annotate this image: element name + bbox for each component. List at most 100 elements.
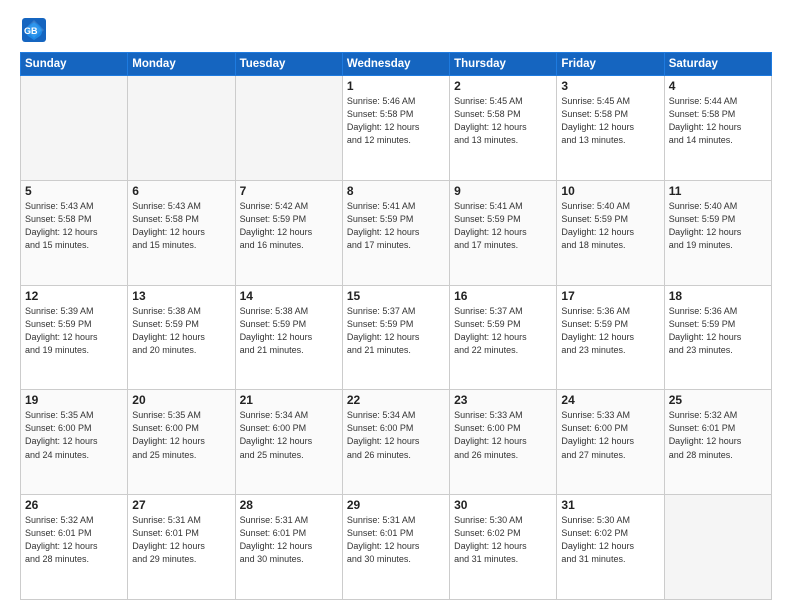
day-info: Sunrise: 5:36 AM Sunset: 5:59 PM Dayligh… [669,305,767,357]
day-number: 14 [240,289,338,303]
calendar-cell [128,76,235,181]
calendar-cell: 17Sunrise: 5:36 AM Sunset: 5:59 PM Dayli… [557,285,664,390]
day-info: Sunrise: 5:44 AM Sunset: 5:58 PM Dayligh… [669,95,767,147]
day-info: Sunrise: 5:40 AM Sunset: 5:59 PM Dayligh… [669,200,767,252]
day-number: 1 [347,79,445,93]
day-info: Sunrise: 5:31 AM Sunset: 6:01 PM Dayligh… [132,514,230,566]
calendar-table: SundayMondayTuesdayWednesdayThursdayFrid… [20,52,772,600]
day-info: Sunrise: 5:32 AM Sunset: 6:01 PM Dayligh… [669,409,767,461]
calendar-cell: 30 Sunrise: 5:30 AM Sunset: 6:02 PM Dayli… [450,495,557,600]
day-number: 22 [347,393,445,407]
week-row-2: 12Sunrise: 5:39 AM Sunset: 5:59 PM Dayli… [21,285,772,390]
day-number: 3 [561,79,659,93]
day-number: 16 [454,289,552,303]
calendar-cell: 5Sunrise: 5:43 AM Sunset: 5:58 PM Daylig… [21,180,128,285]
logo-icon: GB [20,16,48,44]
calendar-cell: 23 Sunrise: 5:33 AM Sunset: 6:00 PM Dayli… [450,390,557,495]
day-number: 2 [454,79,552,93]
col-header-saturday: Saturday [664,53,771,76]
day-info: Sunrise: 5:41 AM Sunset: 5:59 PM Dayligh… [454,200,552,252]
day-number: 13 [132,289,230,303]
day-number: 11 [669,184,767,198]
day-info: Sunrise: 5:33 AM Sunset: 6:00 PM Dayligh… [561,409,659,461]
calendar-cell: 15 Sunrise: 5:37 AM Sunset: 5:59 PM Dayli… [342,285,449,390]
day-number: 27 [132,498,230,512]
day-info: Sunrise: 5:34 AM Sunset: 6:00 PM Dayligh… [240,409,338,461]
day-info: Sunrise: 5:38 AM Sunset: 5:59 PM Dayligh… [132,305,230,357]
day-info: Sunrise: 5:42 AM Sunset: 5:59 PM Dayligh… [240,200,338,252]
col-header-sunday: Sunday [21,53,128,76]
day-info: Sunrise: 5:45 AM Sunset: 5:58 PM Dayligh… [561,95,659,147]
day-number: 29 [347,498,445,512]
calendar-cell: 10 Sunrise: 5:40 AM Sunset: 5:59 PM Dayli… [557,180,664,285]
day-info: Sunrise: 5:30 AM Sunset: 6:02 PM Dayligh… [561,514,659,566]
calendar-cell: 31 Sunrise: 5:30 AM Sunset: 6:02 PM Dayli… [557,495,664,600]
calendar-cell: 18 Sunrise: 5:36 AM Sunset: 5:59 PM Dayli… [664,285,771,390]
day-info: Sunrise: 5:33 AM Sunset: 6:00 PM Dayligh… [454,409,552,461]
day-info: Sunrise: 5:46 AM Sunset: 5:58 PM Dayligh… [347,95,445,147]
day-number: 31 [561,498,659,512]
calendar-cell: 16 Sunrise: 5:37 AM Sunset: 5:59 PM Dayli… [450,285,557,390]
day-info: Sunrise: 5:37 AM Sunset: 5:59 PM Dayligh… [347,305,445,357]
calendar-cell: 24Sunrise: 5:33 AM Sunset: 6:00 PM Dayli… [557,390,664,495]
col-header-tuesday: Tuesday [235,53,342,76]
col-header-friday: Friday [557,53,664,76]
calendar-cell: 4 Sunrise: 5:44 AM Sunset: 5:58 PM Daylig… [664,76,771,181]
day-info: Sunrise: 5:37 AM Sunset: 5:59 PM Dayligh… [454,305,552,357]
day-number: 9 [454,184,552,198]
calendar-cell: 22Sunrise: 5:34 AM Sunset: 6:00 PM Dayli… [342,390,449,495]
day-number: 28 [240,498,338,512]
svg-text:GB: GB [24,26,38,36]
day-info: Sunrise: 5:43 AM Sunset: 5:58 PM Dayligh… [132,200,230,252]
day-info: Sunrise: 5:32 AM Sunset: 6:01 PM Dayligh… [25,514,123,566]
day-number: 30 [454,498,552,512]
day-number: 20 [132,393,230,407]
logo: GB [20,16,52,44]
day-number: 5 [25,184,123,198]
col-header-monday: Monday [128,53,235,76]
calendar-cell: 20 Sunrise: 5:35 AM Sunset: 6:00 PM Dayli… [128,390,235,495]
calendar-cell: 12Sunrise: 5:39 AM Sunset: 5:59 PM Dayli… [21,285,128,390]
calendar-cell: 2 Sunrise: 5:45 AM Sunset: 5:58 PM Daylig… [450,76,557,181]
day-info: Sunrise: 5:35 AM Sunset: 6:00 PM Dayligh… [25,409,123,461]
day-info: Sunrise: 5:36 AM Sunset: 5:59 PM Dayligh… [561,305,659,357]
day-info: Sunrise: 5:39 AM Sunset: 5:59 PM Dayligh… [25,305,123,357]
week-row-0: 1 Sunrise: 5:46 AM Sunset: 5:58 PM Daylig… [21,76,772,181]
calendar-cell: 11 Sunrise: 5:40 AM Sunset: 5:59 PM Dayli… [664,180,771,285]
week-row-4: 26Sunrise: 5:32 AM Sunset: 6:01 PM Dayli… [21,495,772,600]
day-number: 19 [25,393,123,407]
calendar-cell: 19 Sunrise: 5:35 AM Sunset: 6:00 PM Dayli… [21,390,128,495]
day-number: 25 [669,393,767,407]
day-number: 15 [347,289,445,303]
calendar-cell: 27 Sunrise: 5:31 AM Sunset: 6:01 PM Dayli… [128,495,235,600]
header: GB [20,16,772,44]
calendar-cell: 9 Sunrise: 5:41 AM Sunset: 5:59 PM Daylig… [450,180,557,285]
day-number: 10 [561,184,659,198]
day-info: Sunrise: 5:35 AM Sunset: 6:00 PM Dayligh… [132,409,230,461]
day-number: 23 [454,393,552,407]
col-header-thursday: Thursday [450,53,557,76]
calendar-header-row: SundayMondayTuesdayWednesdayThursdayFrid… [21,53,772,76]
calendar-cell: 29 Sunrise: 5:31 AM Sunset: 6:01 PM Dayli… [342,495,449,600]
day-number: 8 [347,184,445,198]
calendar-cell: 14 Sunrise: 5:38 AM Sunset: 5:59 PM Dayli… [235,285,342,390]
day-info: Sunrise: 5:31 AM Sunset: 6:01 PM Dayligh… [347,514,445,566]
calendar-cell [235,76,342,181]
calendar-cell: 25 Sunrise: 5:32 AM Sunset: 6:01 PM Dayli… [664,390,771,495]
day-info: Sunrise: 5:45 AM Sunset: 5:58 PM Dayligh… [454,95,552,147]
day-number: 4 [669,79,767,93]
calendar-cell: 7 Sunrise: 5:42 AM Sunset: 5:59 PM Daylig… [235,180,342,285]
calendar-cell [21,76,128,181]
day-info: Sunrise: 5:30 AM Sunset: 6:02 PM Dayligh… [454,514,552,566]
calendar-cell: 26Sunrise: 5:32 AM Sunset: 6:01 PM Dayli… [21,495,128,600]
calendar-cell: 8Sunrise: 5:41 AM Sunset: 5:59 PM Daylig… [342,180,449,285]
day-number: 18 [669,289,767,303]
week-row-1: 5 Sunrise: 5:43 AM Sunset: 5:58 PM Daylig… [21,180,772,285]
day-info: Sunrise: 5:38 AM Sunset: 5:59 PM Dayligh… [240,305,338,357]
day-number: 7 [240,184,338,198]
day-info: Sunrise: 5:40 AM Sunset: 5:59 PM Dayligh… [561,200,659,252]
day-number: 6 [132,184,230,198]
calendar-cell: 13 Sunrise: 5:38 AM Sunset: 5:59 PM Dayli… [128,285,235,390]
calendar-cell: 28Sunrise: 5:31 AM Sunset: 6:01 PM Dayli… [235,495,342,600]
col-header-wednesday: Wednesday [342,53,449,76]
